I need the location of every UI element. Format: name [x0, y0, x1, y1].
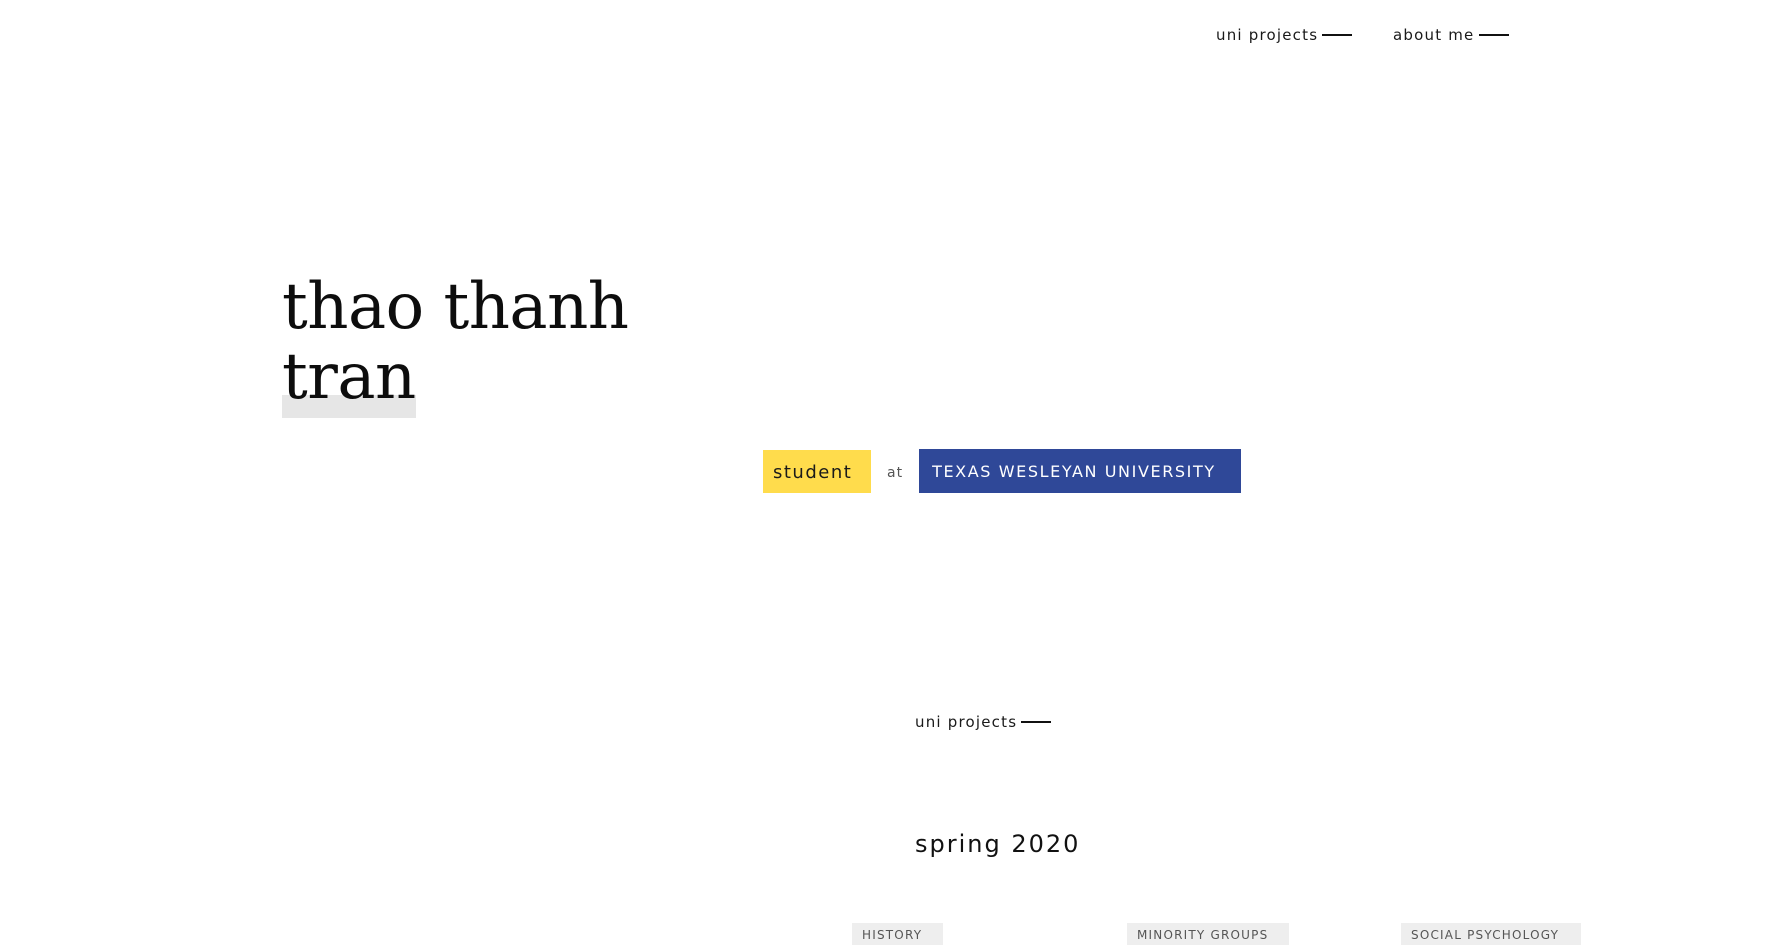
hero-name-line-1: thao thanh	[282, 270, 629, 344]
tag-minority-groups[interactable]: MINORITY GROUPS	[1127, 923, 1289, 945]
hero-name-highlight: tran	[282, 340, 416, 418]
role-at-text: at	[887, 465, 904, 481]
dash-icon	[1478, 34, 1509, 36]
hero-name-line-2-wrap: tran	[282, 340, 629, 418]
tag-social-psychology[interactable]: SOCIAL PSYCHOLOGY	[1401, 923, 1581, 945]
hero-name-line-2: tran	[282, 340, 416, 414]
nav-link-uni-projects[interactable]: uni projects	[1216, 25, 1353, 45]
nav-link-about-me[interactable]: about me	[1393, 25, 1509, 45]
tag-history[interactable]: HISTORY	[852, 923, 943, 945]
dash-icon	[1021, 721, 1052, 723]
role-line: student at TEXAS WESLEYAN UNIVERSITY	[763, 449, 1242, 493]
section-header-uni-projects: uni projects	[915, 713, 1052, 731]
hero-name: thao thanh tran	[282, 270, 629, 418]
role-badge: student	[763, 449, 871, 493]
section-header-label: uni projects	[915, 713, 1018, 731]
term-title: spring 2020	[915, 830, 1081, 858]
nav-link-label: uni projects	[1216, 26, 1319, 44]
dash-icon	[1322, 34, 1353, 36]
nav-link-label: about me	[1393, 26, 1475, 44]
institution-badge: TEXAS WESLEYAN UNIVERSITY	[919, 449, 1242, 493]
